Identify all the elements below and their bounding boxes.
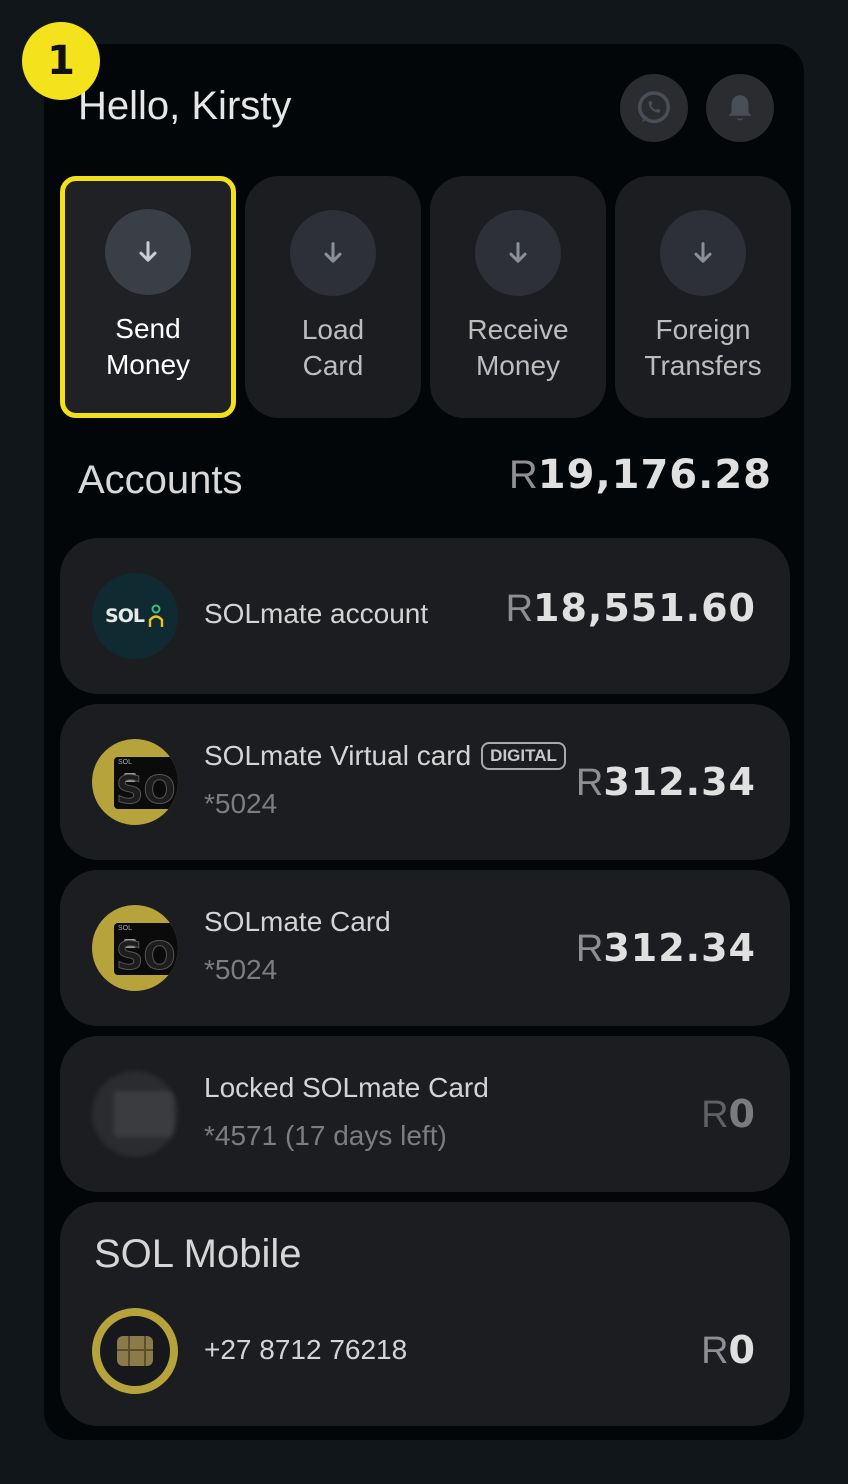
mobile-number: +27 8712 76218: [204, 1334, 408, 1365]
action-icon-circle: [660, 210, 746, 296]
accounts-total: R19,176.28: [509, 452, 772, 498]
arrow-down-icon: [694, 242, 712, 263]
account-name: Locked SOLmate Card: [204, 1072, 489, 1103]
account-row-solmate-account[interactable]: SOL SOLmate account R18,551.60: [60, 538, 790, 694]
sim-card-icon: [92, 1308, 178, 1394]
action-label: Receive Money: [467, 314, 569, 381]
load-card-button[interactable]: Load Card: [245, 176, 421, 418]
action-icon-circle: [105, 209, 191, 295]
solmate-logo-icon: SOL: [92, 573, 178, 659]
account-name: SOLmate Virtual card DIGITAL: [204, 740, 566, 772]
digital-badge: DIGITAL: [481, 742, 566, 770]
arrow-down-icon: [139, 241, 157, 262]
account-row-solmate-card[interactable]: SOL SOL SOLmate Card *5024 R312.34: [60, 870, 790, 1026]
account-balance: R18,551.60: [505, 586, 756, 630]
notifications-button[interactable]: [706, 74, 774, 142]
person-icon: [148, 604, 164, 627]
receive-money-button[interactable]: Receive Money: [430, 176, 606, 418]
account-row-locked-card[interactable]: Locked SOLmate Card *4571 (17 days left)…: [60, 1036, 790, 1192]
account-balance: R0: [701, 1092, 756, 1136]
account-name: SOLmate account: [204, 598, 429, 629]
arrow-down-icon: [324, 242, 342, 263]
card-thumbnail-icon: SOL SOL: [92, 739, 178, 825]
card-number: *5024: [204, 954, 278, 985]
action-icon-circle: [475, 210, 561, 296]
action-label: Send Money: [105, 313, 191, 380]
card-number: *4571 (17 days left): [204, 1120, 447, 1151]
currency-symbol: R: [508, 453, 538, 497]
action-label: Load Card: [301, 314, 365, 381]
bell-icon: [728, 95, 752, 121]
send-money-button[interactable]: Send Money: [60, 176, 236, 418]
action-label: Foreign Transfers: [644, 314, 762, 381]
step-number-badge: 1: [22, 22, 100, 100]
mobile-balance: R0: [701, 1328, 756, 1372]
sol-mobile-heading: SOL Mobile: [94, 1232, 302, 1276]
whatsapp-icon: [638, 91, 670, 124]
account-balance: R312.34: [575, 760, 756, 804]
account-balance: R312.34: [575, 926, 756, 970]
account-name: SOLmate Card: [204, 906, 391, 937]
card-number: *5024: [204, 788, 278, 819]
action-icon-circle: [290, 210, 376, 296]
locked-card-icon: [92, 1071, 178, 1157]
arrow-down-icon: [509, 242, 527, 263]
whatsapp-button[interactable]: [620, 74, 688, 142]
accounts-heading: Accounts: [78, 458, 243, 502]
total-amount: 19,176.28: [537, 452, 772, 498]
sol-mobile-section[interactable]: SOL Mobile +27 8712 76218 R0: [60, 1202, 790, 1426]
greeting-title: Hello, Kirsty: [78, 84, 292, 128]
foreign-transfers-button[interactable]: Foreign Transfers: [615, 176, 791, 418]
card-thumbnail-icon: SOL SOL: [92, 905, 178, 991]
account-row-virtual-card[interactable]: SOL SOL SOLmate Virtual cardDIGITAL *502…: [60, 704, 790, 860]
